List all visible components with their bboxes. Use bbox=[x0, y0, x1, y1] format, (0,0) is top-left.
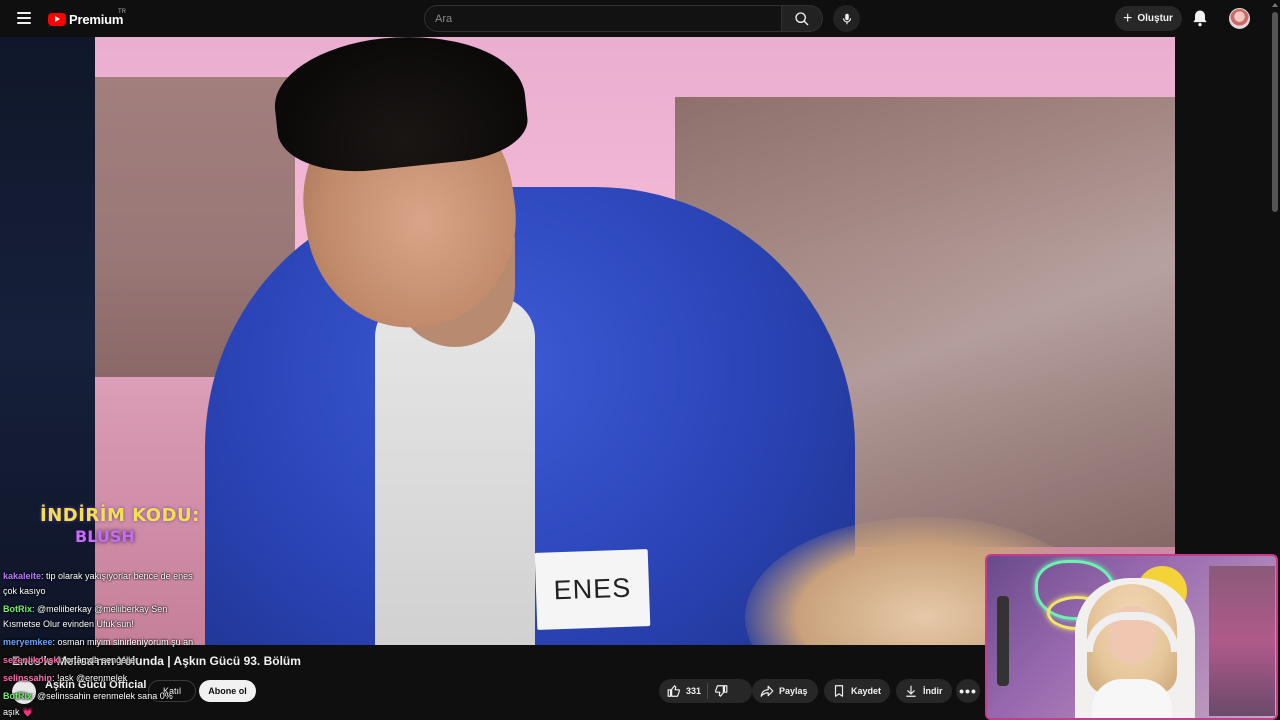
youtube-logo-icon bbox=[48, 12, 66, 26]
download-button[interactable]: İndir bbox=[896, 679, 952, 703]
subscribe-button[interactable]: Abone ol bbox=[199, 680, 256, 702]
like-button[interactable]: 331 bbox=[659, 679, 701, 703]
chat-message: çok kasıyo bbox=[3, 584, 46, 598]
name-badge: ENES bbox=[534, 549, 651, 630]
streamer bbox=[1085, 584, 1179, 718]
dislike-button[interactable] bbox=[714, 679, 733, 703]
logo-text: Premium bbox=[69, 11, 124, 27]
create-label: Oluştur bbox=[1137, 13, 1173, 24]
search-button[interactable] bbox=[781, 5, 823, 32]
more-icon[interactable]: ••• bbox=[956, 679, 980, 703]
scroll-up-icon[interactable] bbox=[1272, 3, 1278, 7]
menu-icon[interactable] bbox=[12, 6, 36, 30]
chat-text: aşık 💗 bbox=[3, 707, 34, 717]
create-button[interactable]: + Oluştur bbox=[1115, 6, 1182, 31]
streamer-shirt bbox=[1092, 679, 1172, 718]
share-button[interactable]: Paylaş bbox=[752, 679, 818, 703]
scroll-thumb[interactable] bbox=[1272, 12, 1278, 212]
chat-message: meryemkee: osman miyim sinirleniyorum şu… bbox=[3, 635, 193, 649]
promo-code-overlay: İNDİRİM KODU: BLUSH bbox=[40, 505, 200, 546]
chat-message: aşık 💗 bbox=[3, 705, 33, 719]
chat-text: : !aşk @erenmelek bbox=[52, 673, 128, 683]
chat-username: BotRix bbox=[3, 604, 32, 614]
save-icon bbox=[834, 685, 844, 697]
chat-message: sezenlikovski: ortamda sengeller bbox=[3, 653, 138, 667]
chat-message: selinssahin: !aşk @erenmelek bbox=[3, 671, 127, 685]
microphone-arm bbox=[997, 596, 1009, 686]
chat-username: selinssahin bbox=[3, 673, 53, 683]
save-label: Kaydet bbox=[851, 686, 882, 696]
save-button[interactable]: Kaydet bbox=[824, 679, 890, 703]
dislike-icon bbox=[715, 685, 728, 697]
chat-text: : @meliiberkay @meliiberkay Sen bbox=[32, 604, 168, 614]
chat-text: Kısmetse Olur evinden Ufuk'sun! bbox=[3, 619, 134, 629]
promo-line-2: BLUSH bbox=[75, 527, 135, 546]
stream-overlay-panel bbox=[0, 37, 95, 645]
chat-text: çok kasıyo bbox=[3, 586, 46, 596]
chat-message: BotRix: @selinssahin erenmelek sana 0% bbox=[3, 689, 173, 703]
download-label: İndir bbox=[923, 686, 943, 696]
chat-text: : @selinssahin erenmelek sana 0% bbox=[32, 691, 173, 701]
chat-message: BotRix: @meliiberkay @meliiberkay Sen bbox=[3, 602, 167, 616]
chat-username: BotRix bbox=[3, 691, 32, 701]
search-box bbox=[424, 5, 782, 32]
share-label: Paylaş bbox=[779, 686, 808, 696]
webcam-overlay bbox=[985, 554, 1278, 720]
chat-username: sezenlikovski bbox=[3, 655, 62, 665]
chat-username: kakaleite bbox=[3, 571, 42, 581]
background-shelf bbox=[1209, 566, 1275, 716]
region-code: TR bbox=[118, 9, 126, 15]
bell-icon[interactable] bbox=[1190, 8, 1210, 28]
mic-icon bbox=[842, 13, 851, 24]
youtube-logo[interactable]: Premium bbox=[48, 9, 123, 29]
like-divider bbox=[707, 683, 709, 699]
download-icon bbox=[906, 685, 916, 697]
chat-text: : osman miyim sinirleniyorum şu an bbox=[52, 637, 194, 647]
video-person-shirt bbox=[375, 297, 535, 645]
chat-message: kakaleite: tip olarak yakışıyorlar bence… bbox=[3, 569, 193, 583]
chat-text: : ortamda sengeller bbox=[61, 655, 139, 665]
like-icon bbox=[667, 685, 680, 697]
promo-line-1: İNDİRİM KODU: bbox=[40, 505, 200, 526]
like-count: 331 bbox=[686, 686, 702, 696]
search-input[interactable] bbox=[425, 6, 781, 31]
plus-icon: + bbox=[1123, 9, 1133, 27]
voice-search-button[interactable] bbox=[833, 5, 860, 32]
chat-message: Kısmetse Olur evinden Ufuk'sun! bbox=[3, 617, 134, 631]
chat-text: : tip olarak yakışıyorlar bence de enes bbox=[41, 571, 193, 581]
chat-username: meryemkee bbox=[3, 637, 53, 647]
share-icon bbox=[760, 685, 774, 697]
like-dislike-group: 331 bbox=[659, 679, 752, 703]
search-icon bbox=[795, 12, 809, 26]
avatar[interactable] bbox=[1229, 8, 1250, 29]
